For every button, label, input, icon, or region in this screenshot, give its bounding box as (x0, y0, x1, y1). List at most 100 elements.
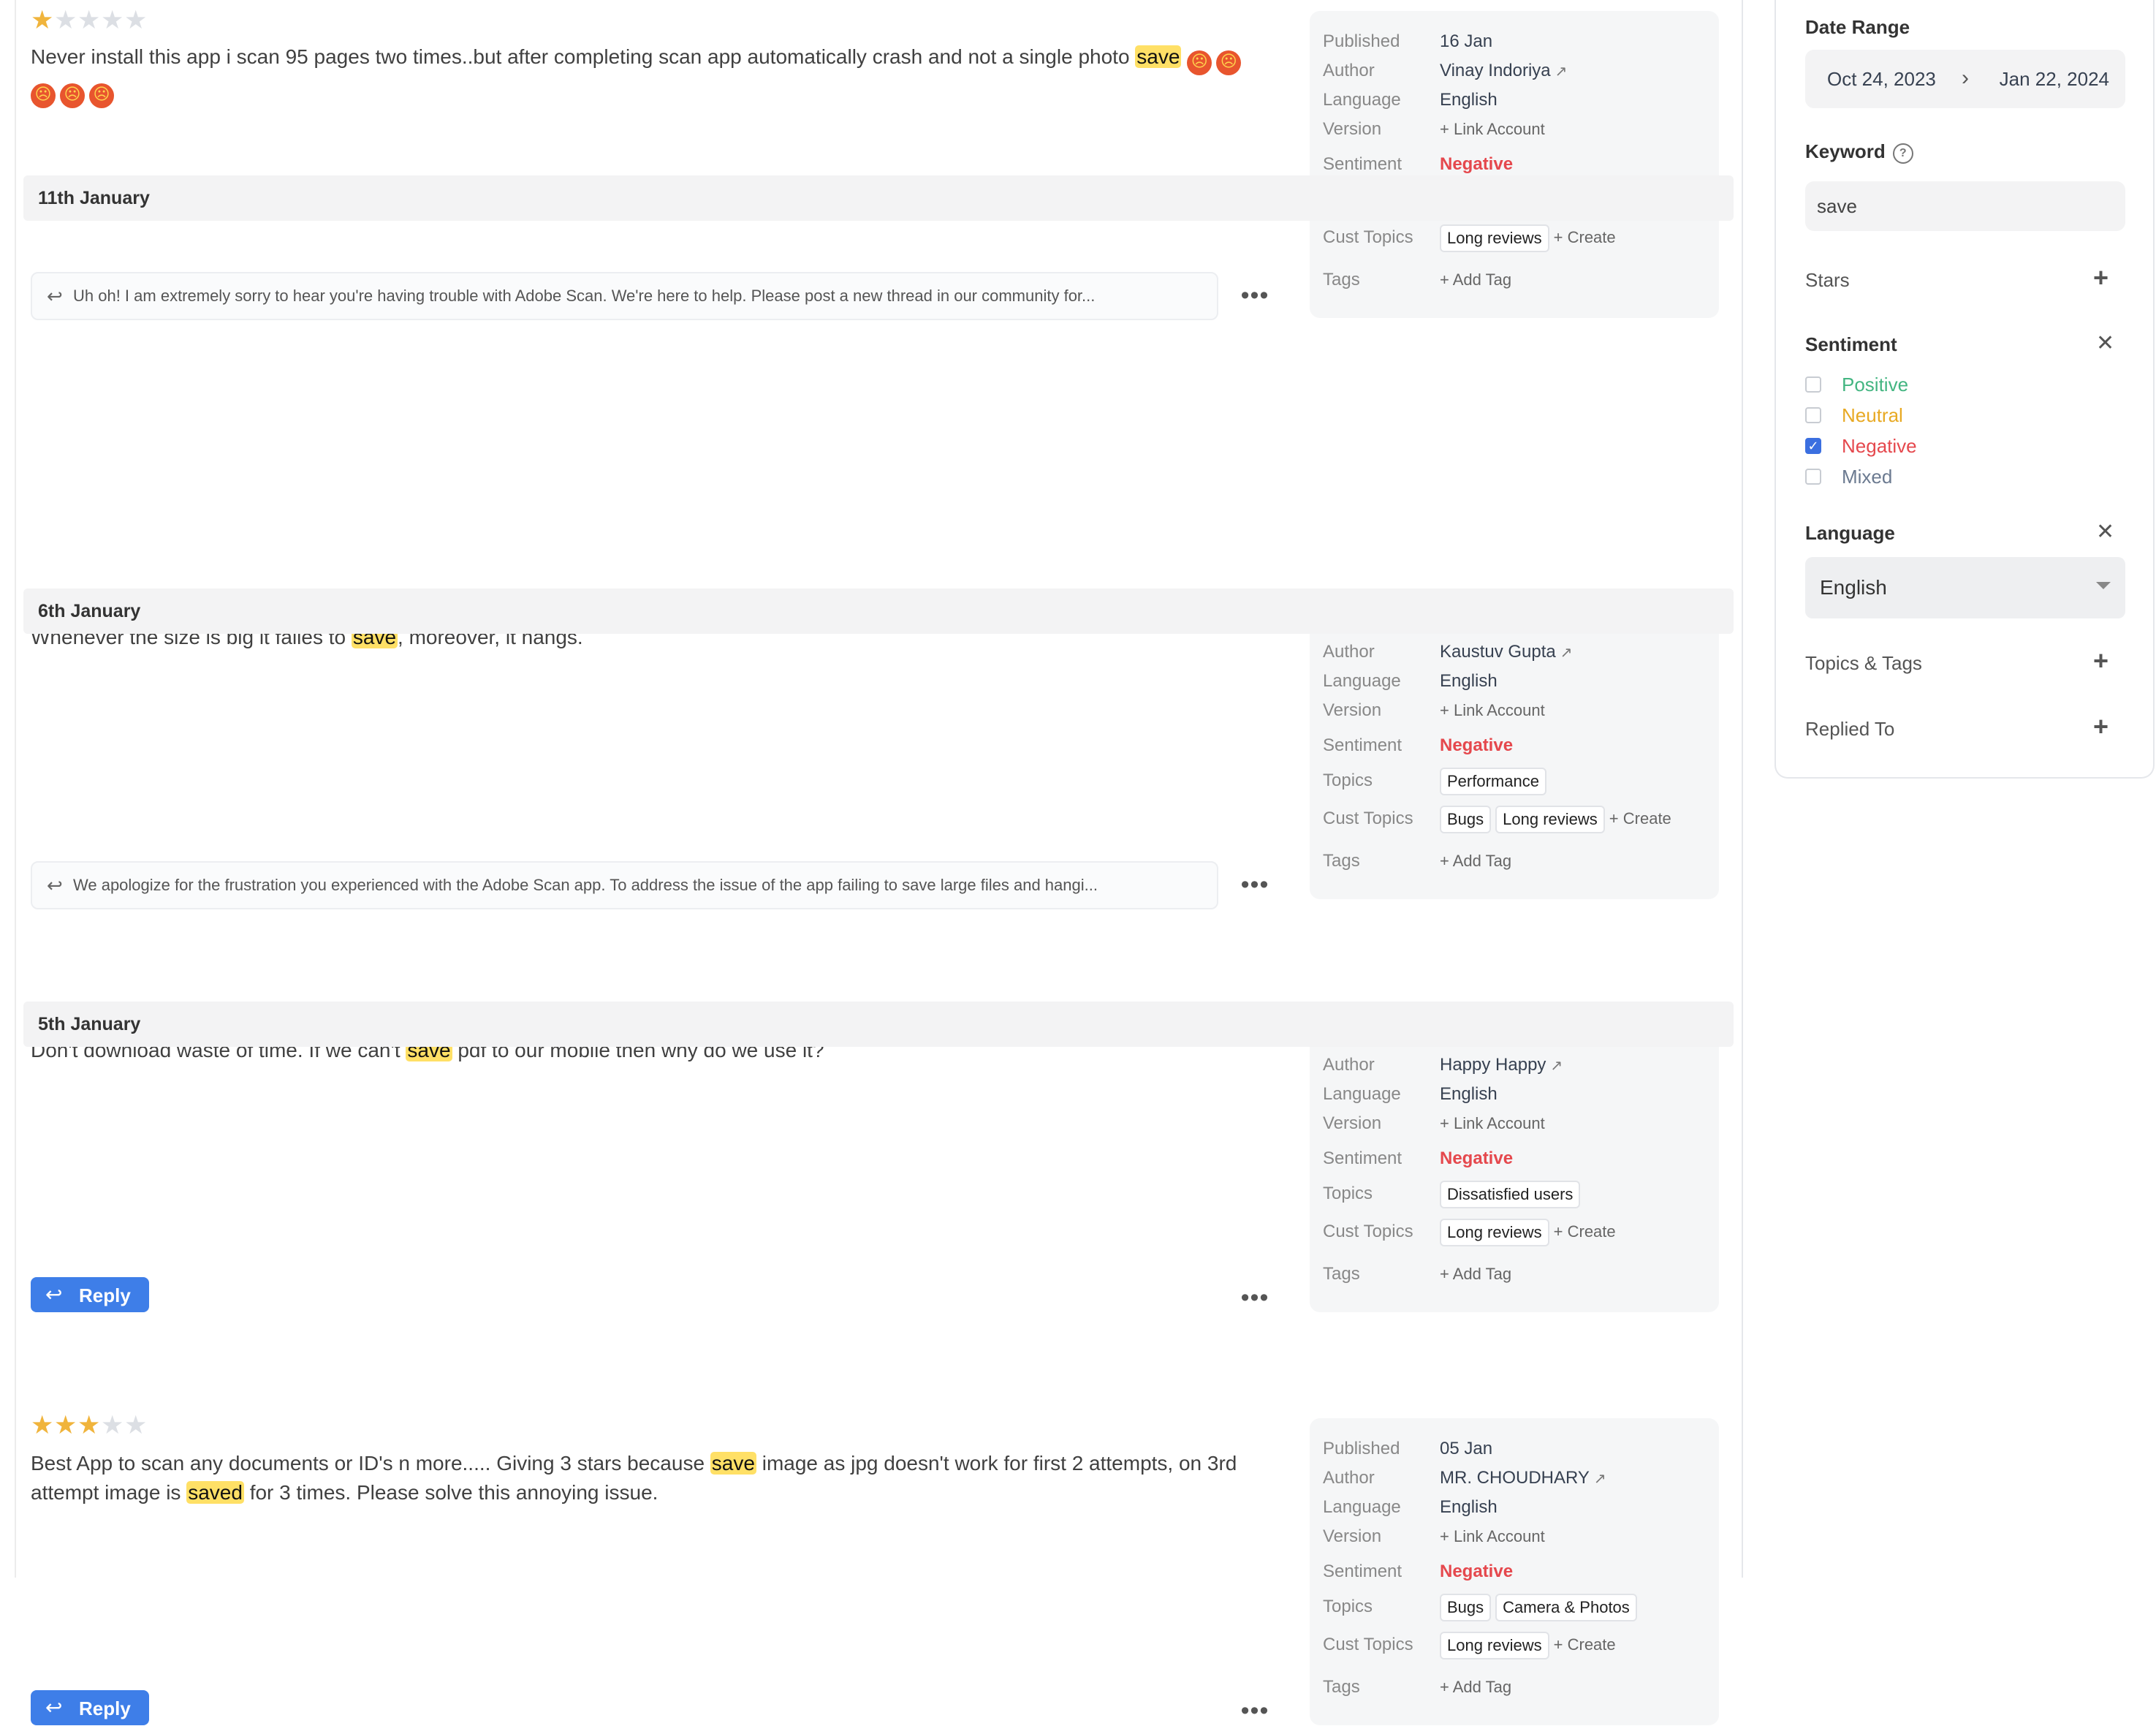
topic-chip[interactable]: Long reviews (1440, 1631, 1549, 1659)
date-range-start[interactable]: Oct 24, 2023 (1827, 50, 1936, 108)
date-range-title: Date Range (1805, 16, 1910, 38)
meta-value-version[interactable]: + Link Account (1440, 115, 1545, 144)
topics-tags-add-icon[interactable]: + (2093, 648, 2108, 674)
star-empty-icon: ★ (124, 6, 148, 34)
create-topic-link[interactable]: + Create (1554, 1635, 1616, 1654)
checkbox[interactable]: ✓ (1805, 438, 1821, 454)
meta-value-topics: BugsCamera & Photos (1440, 1592, 1641, 1621)
language-select-value: English (1820, 576, 1887, 599)
angry-face-emoji-icon: ☹ (89, 83, 114, 108)
reply-arrow-icon: ↩ (45, 1696, 63, 1719)
meta-label-tags: Tags (1323, 1677, 1360, 1697)
meta-row-author: Author Vinay Indoriya ↗ (1310, 56, 1719, 86)
meta-label-published: Published (1323, 1439, 1400, 1458)
meta-value-author: MR. CHOUDHARY ↗ (1440, 1464, 1606, 1494)
meta-row-published: Published 05 Jan (1310, 1434, 1719, 1464)
meta-value-version[interactable]: + Link Account (1440, 1522, 1545, 1551)
date-header: 5th January (23, 1002, 1734, 1047)
checkbox-label: Neutral (1842, 404, 1903, 426)
keyword-input[interactable] (1805, 181, 2125, 231)
meta-value-sentiment: Negative (1440, 150, 1513, 179)
help-icon[interactable]: ? (1892, 143, 1913, 164)
date-header: 6th January (23, 588, 1734, 634)
keyword-highlight: saved (186, 1481, 244, 1504)
angry-face-emoji-icon: ☹ (1187, 50, 1212, 75)
meta-value-cust-topics: Long reviews + Create (1440, 1630, 1616, 1659)
sentiment-clear-icon[interactable]: ✕ (2096, 330, 2114, 357)
replied-to-add-icon[interactable]: + (2093, 714, 2108, 740)
meta-label-version: Version (1323, 119, 1382, 139)
date-range-end[interactable]: Jan 22, 2024 (2000, 50, 2109, 108)
review-card: 11th January★★★★★Whenever the size is bi… (23, 175, 1734, 909)
meta-row-version: Version + Link Account (1310, 115, 1719, 144)
language-select[interactable]: English (1805, 557, 2125, 618)
sentiment-option-mixed[interactable]: Mixed (1805, 463, 1892, 490)
star-rating: ★★★★★ (31, 7, 148, 34)
topic-chip[interactable]: Camera & Photos (1495, 1593, 1637, 1621)
review-text: Never install this app i scan 95 pages t… (31, 42, 1273, 108)
checkbox[interactable] (1805, 469, 1821, 485)
meta-value-tags[interactable]: + Add Tag (1440, 1673, 1511, 1702)
sentiment-badge: Negative (1440, 154, 1514, 174)
review-text-segment: Best App to scan any documents or ID's n… (31, 1452, 710, 1475)
sentiment-option-positive[interactable]: Positive (1805, 371, 1908, 398)
keyword-highlight: save (1135, 45, 1182, 68)
review-text-segment: for 3 times. Please solve this annoying … (243, 1481, 658, 1504)
replied-to-filter-title: Replied To (1805, 718, 1895, 740)
star-filled-icon: ★ (31, 6, 54, 34)
language-clear-icon[interactable]: ✕ (2096, 519, 2114, 545)
more-options-icon[interactable]: ••• (1240, 1698, 1269, 1723)
review-text-segment (1181, 45, 1187, 68)
meta-label-language: Language (1323, 90, 1401, 110)
meta-label-author: Author (1323, 61, 1375, 80)
date-range-picker[interactable]: Oct 24, 2023 › Jan 22, 2024 (1805, 50, 2125, 108)
review-card: 5th January ★ ★ ★ ★ ★ Best App to scan any doc… (23, 1002, 1734, 1725)
sentiment-option-neutral[interactable]: Neutral (1805, 402, 1903, 428)
stars-add-icon[interactable]: + (2093, 265, 2108, 291)
checkbox-label: Negative (1842, 434, 1917, 457)
sentiment-option-negative[interactable]: ✓ Negative (1805, 433, 1917, 459)
meta-row-sentiment: Sentiment Negative (1310, 150, 1719, 179)
reply-button-label: Reply (79, 1697, 131, 1719)
meta-value-published: 16 Jan (1440, 31, 1493, 51)
review-feed: ★ ★ ★ ★ ★ Never install this app i scan 95 pa… (23, 0, 1734, 1725)
review-card: 6th January★★★★★Don't download waste of … (23, 588, 1734, 1312)
filter-sidebar: Date Range Oct 24, 2023 › Jan 22, 2024 K… (1774, 0, 2155, 779)
star-empty-icon: ★ (54, 6, 77, 34)
external-link-icon[interactable]: ↗ (1594, 1471, 1606, 1487)
meta-label-author: Author (1323, 1468, 1375, 1488)
checkbox-label: Mixed (1842, 465, 1893, 488)
review-text-segment: Never install this app i scan 95 pages t… (31, 45, 1136, 68)
angry-face-emoji-icon: ☹ (1216, 50, 1242, 75)
author-name[interactable]: MR. CHOUDHARY (1440, 1468, 1590, 1488)
meta-row-language: Language English (1310, 1493, 1719, 1522)
meta-label-version: Version (1323, 1526, 1382, 1546)
checkbox[interactable] (1805, 376, 1821, 393)
meta-value-author: Vinay Indoriya ↗ (1440, 56, 1567, 86)
keyword-title: Keyword? (1805, 140, 1913, 164)
angry-face-emoji-icon: ☹ (31, 83, 56, 108)
meta-row-author: Author MR. CHOUDHARY ↗ (1310, 1464, 1719, 1493)
meta-row-sentiment: Sentiment Negative (1310, 1557, 1719, 1586)
review-metadata: Published 05 Jan Author MR. CHOUDHARY ↗ Langu… (1310, 1418, 1719, 1725)
feed-divider (1742, 0, 1743, 1578)
meta-label-language: Language (1323, 1497, 1401, 1517)
topic-chip[interactable]: Bugs (1440, 1593, 1492, 1621)
sentiment-badge: Negative (1440, 1562, 1514, 1581)
meta-label-sentiment: Sentiment (1323, 154, 1402, 174)
author-name[interactable]: Vinay Indoriya (1440, 61, 1551, 80)
angry-face-emoji-icon: ☹ (60, 83, 85, 108)
keyword-label: Keyword (1805, 140, 1886, 162)
meta-value-published: 05 Jan (1440, 1439, 1493, 1458)
reply-button[interactable]: ↩ Reply (31, 1690, 149, 1725)
caret-down-icon (2096, 582, 2111, 589)
meta-label-cust-topics: Cust Topics (1323, 1635, 1413, 1654)
external-link-icon[interactable]: ↗ (1555, 64, 1568, 80)
meta-row-published: Published 16 Jan (1310, 27, 1719, 56)
star-empty-icon: ★ (101, 1411, 124, 1439)
meta-value-sentiment: Negative (1440, 1557, 1513, 1586)
keyword-highlight: save (710, 1452, 756, 1475)
checkbox[interactable] (1805, 407, 1821, 423)
stars-filter-title: Stars (1805, 269, 1850, 291)
meta-row-tags: Tags + Add Tag (1310, 1673, 1719, 1702)
